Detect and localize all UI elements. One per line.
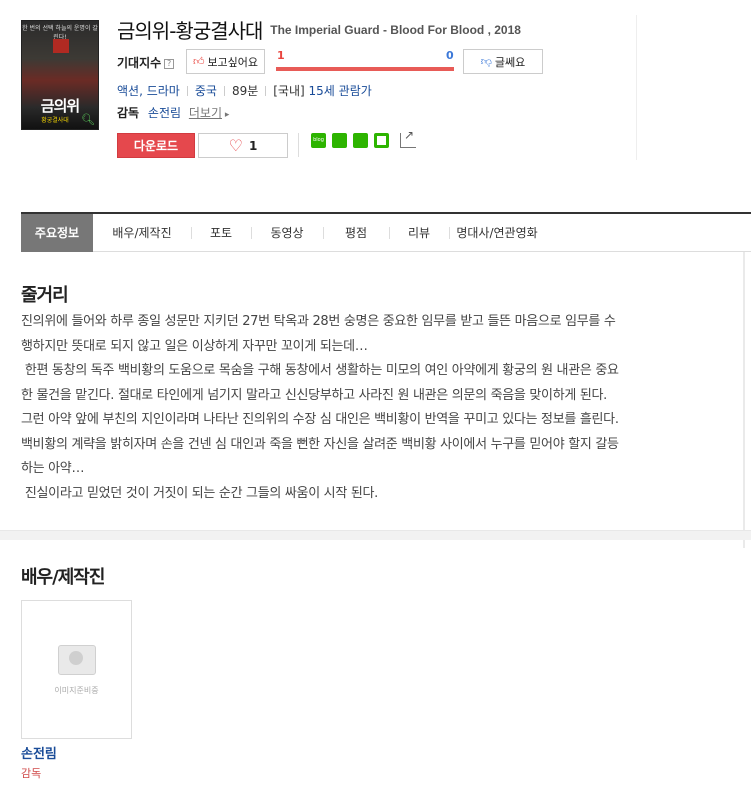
divider	[743, 252, 745, 548]
expectation-label: 기대지수?	[117, 54, 175, 71]
help-icon[interactable]: ?	[164, 59, 175, 69]
bookmark-share-icon[interactable]	[353, 133, 368, 148]
synopsis-line: 그런 아약 앞에 부친의 지인이라며 나타난 진의위의 수장 심 대인은 백비황…	[21, 412, 619, 427]
rating-link[interactable]: 15세 관람가	[309, 84, 372, 98]
synopsis-line: 한 물건을 맡긴다. 절대로 타인에게 넘기지 말라고 신신당부하고 사라진 원…	[21, 387, 608, 403]
director-row: 감독 손전림 더보기 ▸	[117, 104, 229, 121]
rating-prefix: [국내]	[273, 84, 305, 98]
country-link[interactable]: 중국	[195, 84, 217, 98]
synopsis-line: 행하지만 뜻대로 되지 않고 일은 이상하게 자꾸만 꼬이게 되는데…	[21, 338, 368, 354]
director-label: 감독	[117, 106, 140, 120]
image-placeholder-text: 이미지준비중	[54, 686, 99, 695]
synopsis-line: 하는 아약…	[21, 461, 85, 476]
tab-main-info[interactable]: 주요정보	[21, 213, 93, 252]
poster-subtitle: 황궁결사대	[41, 117, 69, 124]
tab-review[interactable]: 리뷰	[389, 214, 449, 252]
tab-cast-crew[interactable]: 배우/제작진	[93, 214, 191, 252]
synopsis-title: 줄거리	[21, 285, 69, 306]
dislike-count: 0	[446, 49, 454, 62]
movie-title-row: 금의위-황궁결사대 The Imperial Guard - Blood For…	[117, 15, 521, 44]
chevron-right-icon: ▸	[222, 110, 230, 120]
share-icons: blog	[311, 128, 416, 148]
want-count: 1	[277, 49, 285, 62]
blog-share-icon[interactable]: blog	[311, 133, 326, 148]
more-link[interactable]: 더보기	[189, 106, 222, 120]
want-to-see-label: 보고싶어요	[207, 55, 259, 69]
synopsis-line: 진실이라고 믿었던 것이 거짓이 되는 순간 그들의 싸움이 시작 된다.	[21, 485, 378, 501]
movie-poster[interactable]: 한 번의 선택 하늘의 운명이 갈린다! 금의위 황궁결사대 🔍︎	[21, 20, 99, 130]
divider	[223, 86, 225, 96]
thumbs-down-icon: 👎︎	[480, 55, 492, 68]
share-icon[interactable]	[400, 128, 416, 148]
tab-photo[interactable]: 포토	[191, 214, 251, 252]
like-count: 1	[248, 138, 258, 153]
tab-video[interactable]: 동영상	[251, 214, 323, 252]
zoom-icon[interactable]: 🔍︎	[81, 113, 95, 126]
like-button[interactable]: ♡ 1	[198, 133, 288, 158]
thumbs-up-icon: 👍︎	[192, 55, 205, 68]
tab-quotes-related[interactable]: 명대사/연관영화	[449, 214, 545, 252]
cast-title: 배우/제작진	[21, 567, 105, 588]
director-name-link[interactable]: 손전림	[148, 106, 181, 120]
expectation-bar	[276, 67, 454, 71]
synopsis-line: 진의위에 들어와 하루 종일 성문만 지키던 27번 탁옥과 28번 숭명은 중…	[21, 314, 616, 329]
person-photo-card[interactable]: 이미지준비중	[21, 600, 132, 739]
not-sure-button[interactable]: 👎︎ 글쎄요	[463, 49, 543, 74]
divider	[186, 86, 188, 96]
band-share-icon[interactable]	[374, 133, 389, 148]
tab-rating[interactable]: 평점	[323, 214, 389, 252]
download-button[interactable]: 다운로드	[117, 133, 195, 158]
genre-link[interactable]: 액션, 드라마	[117, 84, 180, 98]
tab-bar: 주요정보 배우/제작진 포토 동영상 평점 리뷰 명대사/연관영화	[21, 212, 751, 252]
synopsis-line: 한편 동창의 독주 백비황의 도움으로 목숨을 구해 동창에서 생활하는 미모의…	[21, 363, 619, 378]
synopsis-text: 진의위에 들어와 하루 종일 성문만 지키던 27번 탁옥과 28번 숭명은 중…	[21, 310, 691, 506]
image-placeholder-icon	[58, 645, 96, 675]
not-sure-label: 글쎄요	[494, 55, 526, 69]
section-divider	[0, 530, 751, 540]
movie-title-english: The Imperial Guard - Blood For Blood , 2…	[270, 22, 521, 37]
heart-icon: ♡	[228, 135, 243, 155]
person-role: 감독	[21, 767, 42, 780]
divider	[298, 133, 299, 157]
movie-title-korean: 금의위-황궁결사대	[117, 19, 263, 43]
runtime: 89분	[231, 84, 259, 98]
person-name-link[interactable]: 손전림	[21, 743, 57, 762]
synopsis-line: 백비황의 계략을 밝히자며 손을 건넨 심 대인과 죽을 뻔한 자신을 살려준 …	[21, 436, 619, 452]
movie-meta: 액션, 드라마 중국 89분 [국내] 15세 관람가	[117, 82, 372, 99]
want-to-see-button[interactable]: 👍︎ 보고싶어요	[186, 49, 265, 74]
divider	[265, 86, 267, 96]
divider	[636, 15, 637, 160]
cafe-share-icon[interactable]	[332, 133, 347, 148]
poster-emblem	[53, 39, 69, 53]
